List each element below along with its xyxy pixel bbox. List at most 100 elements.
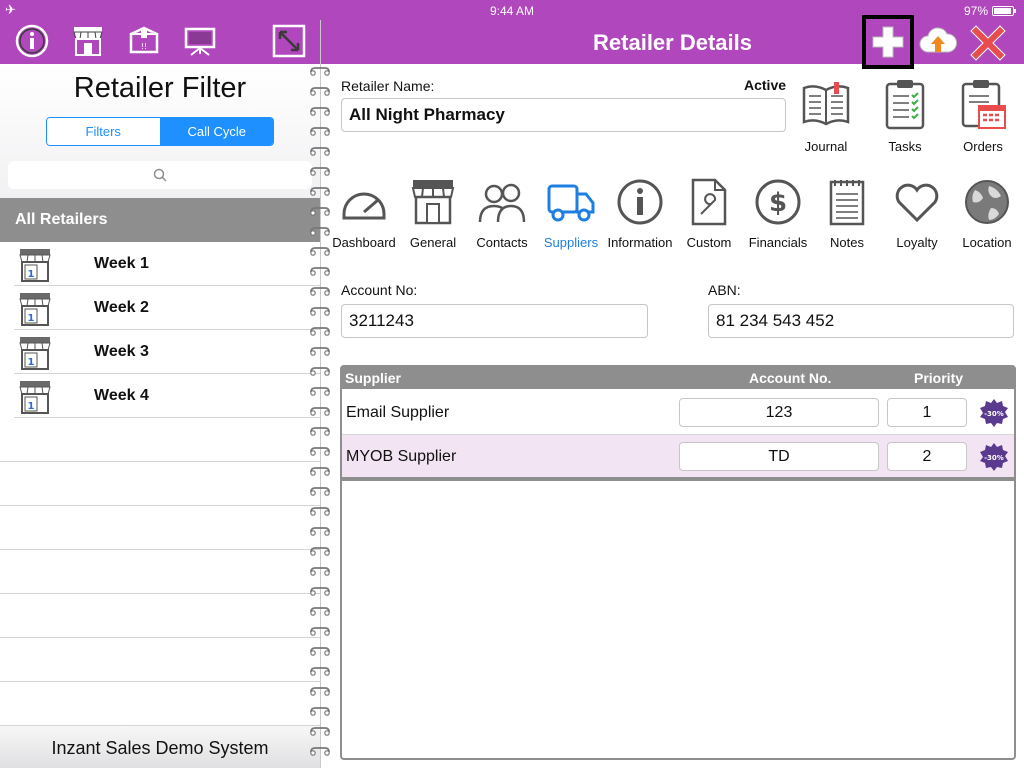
info-icon: [617, 179, 663, 225]
filter-header: Retailer Filter Filters Call Cycle: [0, 64, 320, 198]
spiral-ring: [310, 507, 330, 516]
orders-button[interactable]: Orders: [943, 78, 1023, 154]
tile-caption: Orders: [963, 139, 1003, 154]
spiral-ring: [310, 447, 330, 456]
tab-information[interactable]: Information: [603, 178, 677, 250]
spiral-ring: [310, 367, 330, 376]
svg-text:1: 1: [28, 313, 35, 324]
retailer-name-field[interactable]: All Night Pharmacy: [341, 98, 786, 132]
all-retailers-header[interactable]: All Retailers: [0, 198, 320, 242]
tab-label: Notes: [830, 235, 864, 250]
tile-caption: Journal: [804, 139, 848, 154]
table-row[interactable]: Email Supplier 123 1 -30%: [342, 391, 1014, 435]
close-icon: [970, 25, 1006, 61]
table-row[interactable]: MYOB Supplier TD 2 -30%: [342, 435, 1014, 479]
dollar-icon: $: [755, 179, 801, 225]
segment-filters[interactable]: Filters: [47, 118, 161, 145]
tab-label: Loyalty: [896, 235, 938, 250]
list-item-week-4[interactable]: 1 Week 4: [14, 374, 320, 418]
spiral-ring: [310, 387, 330, 396]
retailer-filter-panel: Retailer Filter Filters Call Cycle All R…: [0, 64, 320, 768]
spiral-ring: [310, 627, 330, 636]
list-item-week-3[interactable]: 1 Week 3: [14, 330, 320, 374]
spiral-ring: [310, 527, 330, 536]
store-calendar-icon: 1: [19, 293, 51, 326]
filter-title: Retailer Filter: [73, 72, 247, 104]
tab-label: Location: [962, 235, 1012, 250]
tab-label: Suppliers: [543, 235, 599, 250]
table-header: Supplier Account No. Priority: [342, 367, 1014, 389]
discount-badge-icon[interactable]: -30%: [979, 398, 1009, 428]
filter-segmented-control: Filters Call Cycle: [46, 117, 274, 146]
list-item-week-2[interactable]: 1 Week 2: [14, 286, 320, 330]
tab-notes[interactable]: Notes: [810, 178, 884, 250]
presentation-icon[interactable]: [183, 24, 217, 58]
abn-field[interactable]: 81 234 543 452: [708, 304, 1014, 338]
info-icon[interactable]: [15, 24, 49, 58]
spiral-ring: [310, 227, 330, 236]
account-no-field[interactable]: 3211243: [341, 304, 648, 338]
spiral-ring: [310, 607, 330, 616]
spiral-binding: [309, 64, 333, 768]
spiral-ring: [310, 727, 330, 736]
tab-label: Contacts: [476, 235, 528, 250]
supplier-account-field[interactable]: 123: [679, 398, 879, 427]
tab-financials[interactable]: $ Financials: [741, 178, 815, 250]
discount-badge-icon[interactable]: -30%: [979, 442, 1009, 472]
upload-button[interactable]: [918, 24, 958, 60]
spiral-ring: [310, 587, 330, 596]
custom-document-icon: [691, 178, 727, 226]
box-icon[interactable]: !!: [127, 24, 161, 58]
tab-suppliers[interactable]: Suppliers: [534, 178, 608, 250]
spiral-ring: [310, 207, 330, 216]
spiral-ring: [310, 327, 330, 336]
tab-loyalty[interactable]: Loyalty: [880, 178, 954, 250]
close-button[interactable]: [968, 22, 1008, 62]
empty-list-rows: [0, 418, 320, 726]
column-header-account: Account No.: [749, 370, 832, 386]
segment-call-cycle[interactable]: Call Cycle: [160, 118, 273, 145]
journal-button[interactable]: Journal: [786, 78, 866, 154]
supplier-priority-field[interactable]: 2: [887, 442, 967, 471]
expand-icon[interactable]: [272, 24, 306, 58]
orders-icon: [961, 80, 1006, 129]
supplier-priority-field[interactable]: 1: [887, 398, 967, 427]
tab-general[interactable]: General: [396, 178, 470, 250]
spiral-ring: [310, 67, 330, 76]
tab-dashboard[interactable]: Dashboard: [327, 178, 401, 250]
suppliers-table: Supplier Account No. Priority Email Supp…: [340, 365, 1016, 760]
tab-contacts[interactable]: Contacts: [465, 178, 539, 250]
spiral-ring: [310, 347, 330, 356]
tab-custom[interactable]: Custom: [672, 178, 746, 250]
week-label: Week 3: [94, 343, 149, 360]
list-item-week-1[interactable]: 1 Week 1: [14, 242, 320, 286]
spiral-ring: [310, 687, 330, 696]
abn-label: ABN:: [708, 282, 741, 298]
svg-text:1: 1: [28, 269, 35, 280]
search-icon: [153, 168, 167, 182]
tab-label: Information: [607, 235, 673, 250]
add-button[interactable]: [862, 15, 914, 69]
search-input[interactable]: [8, 161, 312, 189]
svg-text:1: 1: [28, 357, 35, 368]
discount-badge-text: -30%: [984, 410, 1004, 418]
store-icon[interactable]: [71, 24, 105, 58]
tab-label: Custom: [686, 235, 732, 250]
spiral-ring: [310, 187, 330, 196]
spiral-ring: [310, 647, 330, 656]
week-label: Week 2: [94, 299, 149, 316]
spiral-ring: [310, 147, 330, 156]
spiral-ring: [310, 667, 330, 676]
status-badge: Active: [744, 77, 787, 93]
empty-row: [0, 594, 320, 638]
spiral-ring: [310, 547, 330, 556]
tab-location[interactable]: Location: [950, 178, 1024, 250]
tasks-button[interactable]: Tasks: [865, 78, 945, 154]
svg-text:$: $: [769, 188, 787, 218]
empty-row: [0, 550, 320, 594]
tab-label: Dashboard: [332, 235, 396, 250]
discount-badge-text: -30%: [984, 454, 1004, 462]
journal-icon: [802, 82, 850, 126]
supplier-account-field[interactable]: TD: [679, 442, 879, 471]
week-label: Week 4: [94, 387, 149, 404]
